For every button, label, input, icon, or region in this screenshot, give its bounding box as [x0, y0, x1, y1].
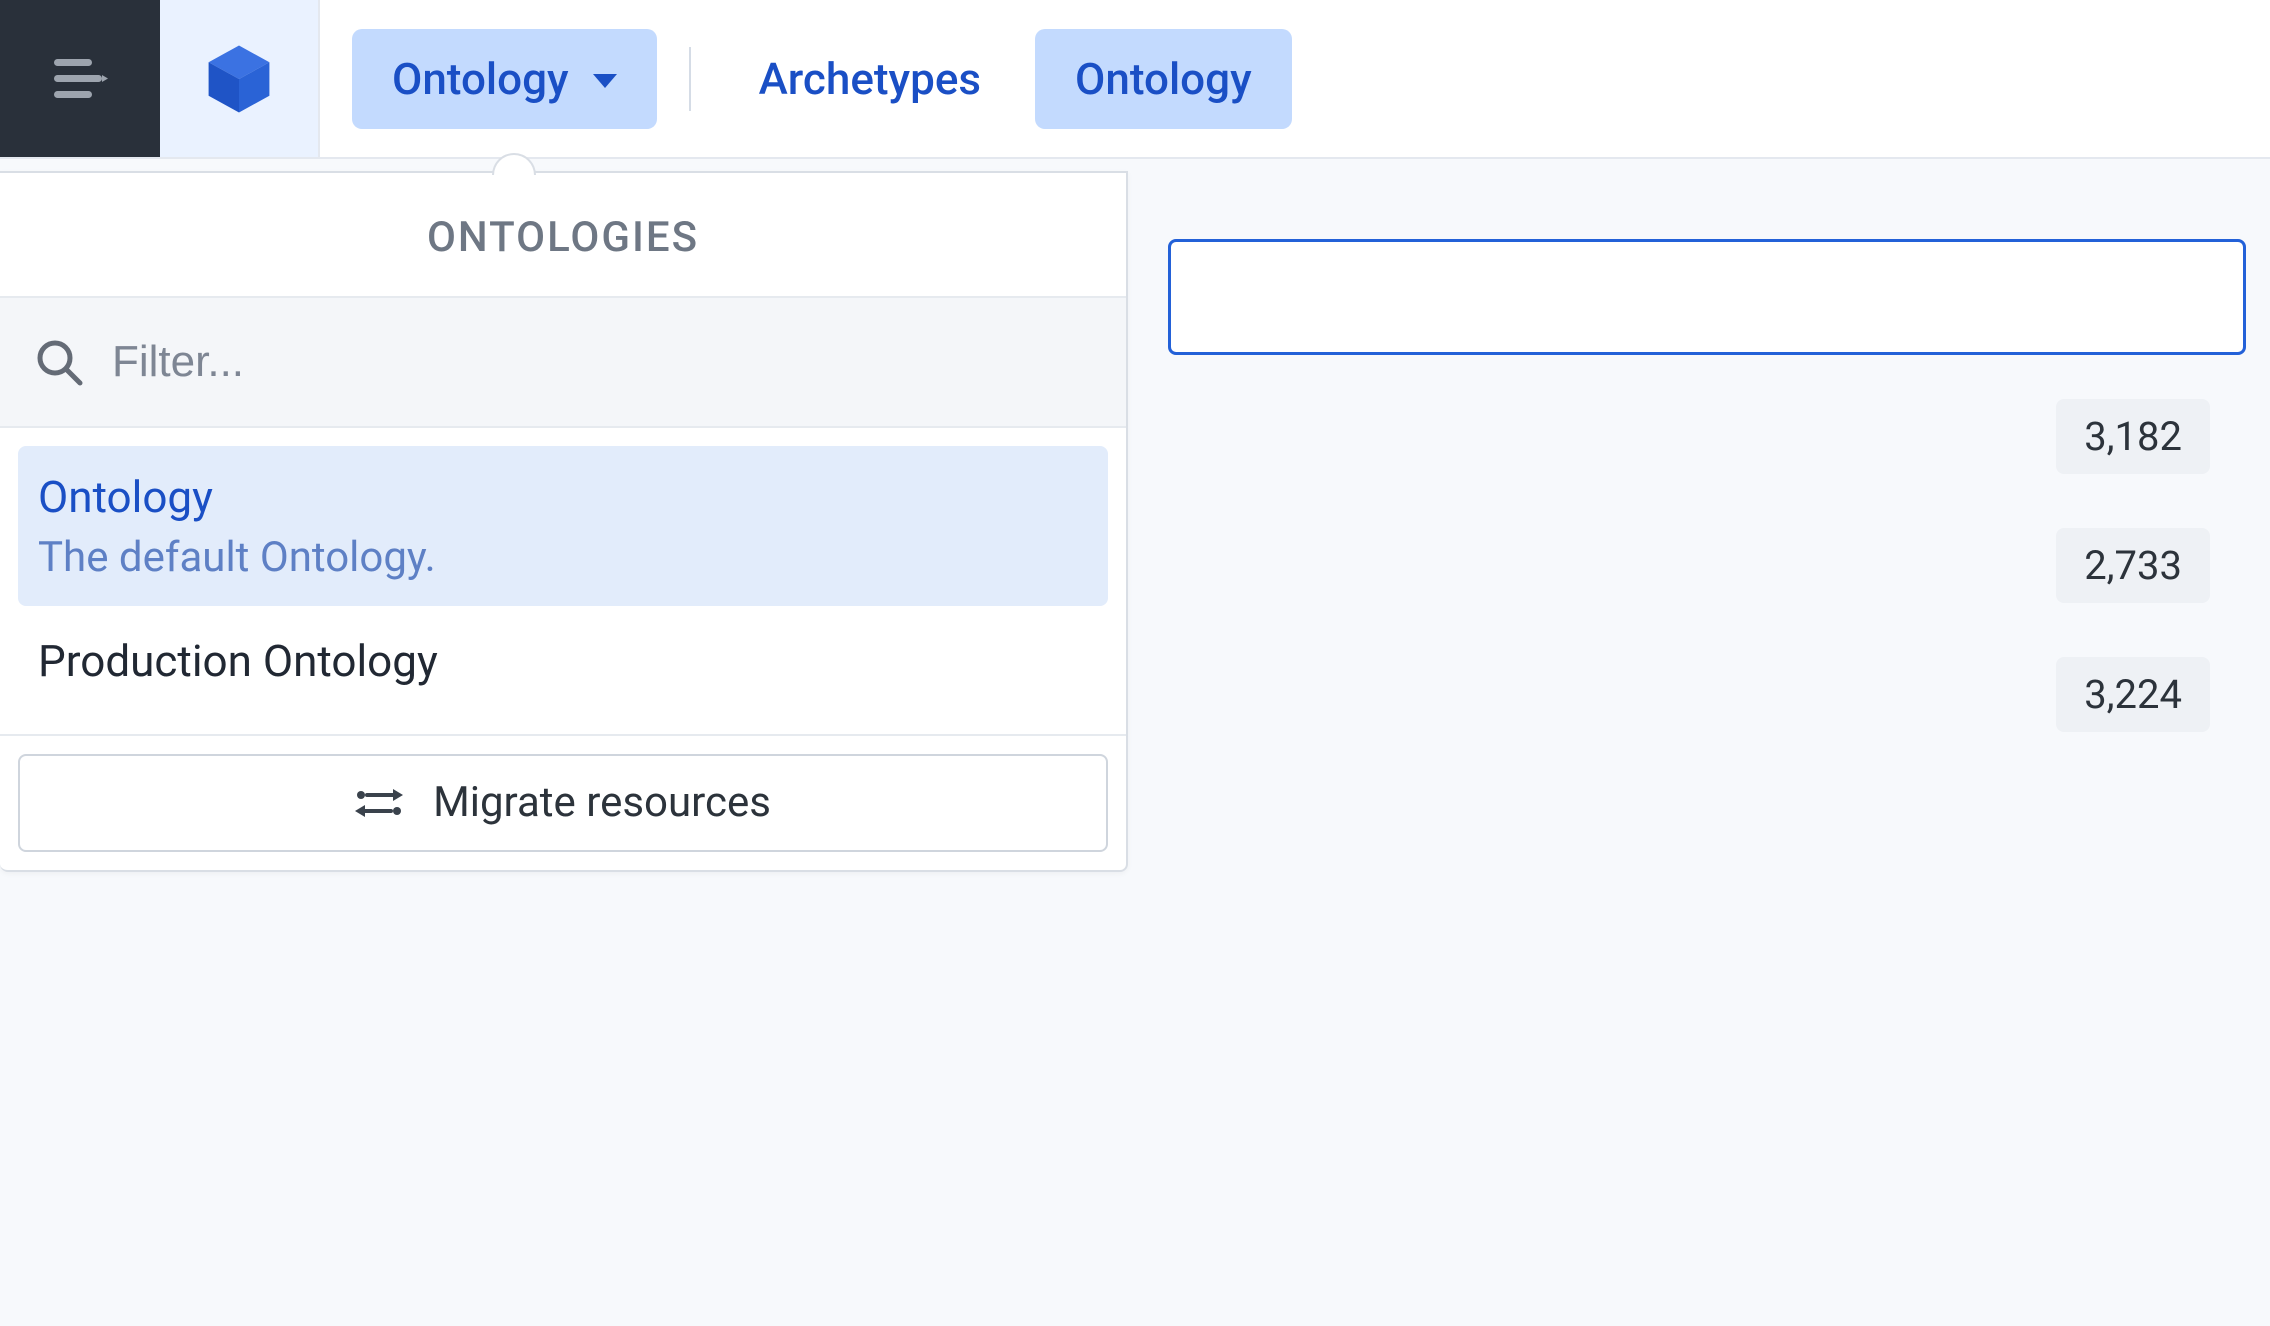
caret-down-icon: [593, 74, 617, 88]
menu-icon: [52, 53, 108, 105]
ontology-selector-popover: ONTOLOGIES Ontology The default Ontology…: [0, 171, 1128, 872]
ontology-selector-label: Ontology: [392, 53, 569, 105]
migrate-icon: [355, 783, 403, 823]
ontology-list-item[interactable]: Production Ontology: [18, 610, 1108, 715]
divider: [689, 47, 691, 111]
ontology-app-icon-button[interactable]: [160, 0, 320, 157]
topbar: Ontology Archetypes Ontology: [0, 0, 2270, 159]
nav-archetypes[interactable]: Archetypes: [723, 53, 1017, 105]
nav-ontology-label: Ontology: [1075, 53, 1252, 105]
migrate-resources-button[interactable]: Migrate resources: [18, 754, 1108, 852]
ontology-list-item[interactable]: Ontology The default Ontology.: [18, 446, 1108, 606]
ontology-selector-dropdown[interactable]: Ontology: [352, 29, 657, 129]
content-area: 3,182 2,733 3,224 ONTOLOGIES Ontology Th…: [0, 159, 2270, 1326]
ontology-item-desc: The default Ontology.: [38, 533, 1088, 582]
popover-title: ONTOLOGIES: [0, 173, 1126, 298]
count-badge: 3,182: [2056, 399, 2210, 474]
ontology-list: Ontology The default Ontology. Productio…: [0, 428, 1126, 734]
cube-icon: [201, 41, 277, 117]
menu-button[interactable]: [0, 0, 160, 157]
search-input[interactable]: [1168, 239, 2246, 355]
count-badge: 2,733: [2056, 528, 2210, 603]
filter-input[interactable]: [112, 337, 1092, 387]
popover-footer: Migrate resources: [0, 734, 1126, 870]
nav-ontology-active[interactable]: Ontology: [1035, 29, 1292, 129]
counts-column: 3,182 2,733 3,224: [1168, 399, 2246, 732]
migrate-button-label: Migrate resources: [433, 778, 771, 827]
ontology-item-name: Ontology: [38, 468, 1088, 527]
count-badge: 3,224: [2056, 657, 2210, 732]
filter-row: [0, 298, 1126, 428]
search-icon: [34, 337, 84, 387]
ontology-item-name: Production Ontology: [38, 632, 1088, 691]
topbar-nav: Ontology Archetypes Ontology: [320, 0, 2270, 157]
right-column: 3,182 2,733 3,224: [1128, 159, 2270, 1326]
